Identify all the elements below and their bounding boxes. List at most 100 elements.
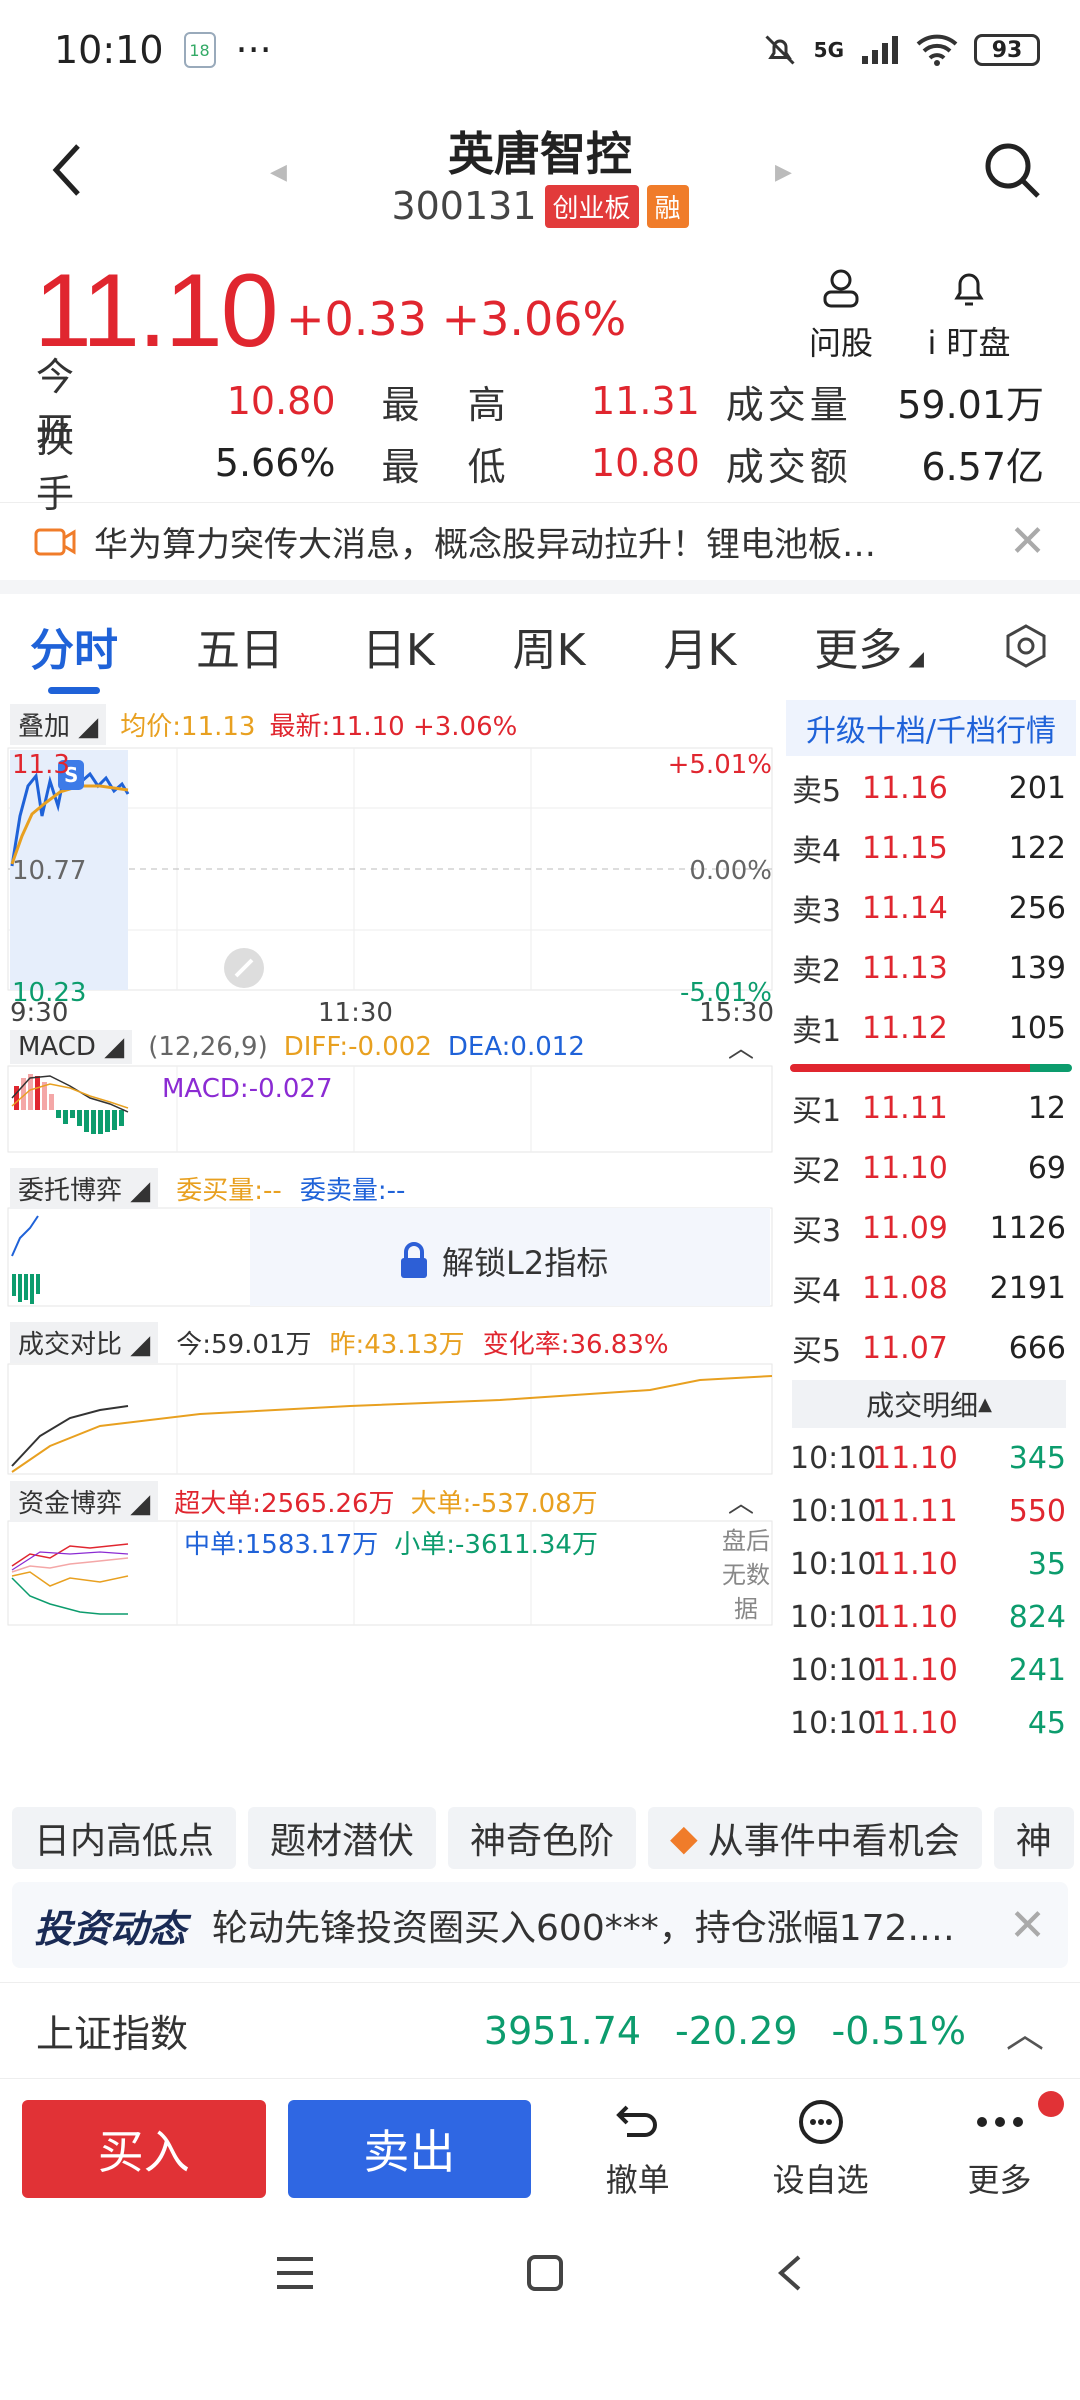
- trade-detail-header[interactable]: 成交明细 ▲: [792, 1380, 1066, 1428]
- banner-text: 轮动先锋投资圈买入600***，持仓涨幅172.…: [212, 1908, 955, 1949]
- more-dots-icon: [976, 2116, 1023, 2127]
- time-mid: 11:30: [318, 998, 393, 1028]
- ask-row: 卖1 11.12 105: [792, 1010, 1066, 1050]
- ask-row: 卖5 11.16 201: [792, 770, 1066, 810]
- overlay-button[interactable]: 叠加 ◢: [10, 704, 107, 745]
- search-icon[interactable]: [980, 138, 1044, 202]
- back-icon[interactable]: [775, 2253, 805, 2293]
- index-name: 上证指数: [36, 2012, 189, 2056]
- app-notification-icon: 18: [183, 32, 216, 68]
- chart-svg: S: [7, 747, 773, 1626]
- bid-row: 买4 11.08 2191: [792, 1270, 1066, 1310]
- order-book: 卖5 11.16 201 卖4 11.15 122 卖3 11.14 256 卖2 11.13…: [782, 758, 1080, 1378]
- chip-intraday-high-low[interactable]: 日内高低点: [12, 1807, 237, 1869]
- chat-dots-icon: [798, 2099, 843, 2144]
- investment-news-banner[interactable]: 投资动态 轮动先锋投资圈买入600***，持仓涨幅172.… ✕: [12, 1882, 1068, 1968]
- axis-high: 11.3: [12, 750, 70, 780]
- more-button[interactable]: 更多: [941, 2090, 1065, 2201]
- close-banner-icon[interactable]: ✕: [1009, 1900, 1046, 1951]
- signal-icon: [862, 36, 898, 64]
- trade-detail-list[interactable]: 10:10 11.10 345 10:10 11.11 550 10:10 11.10 35…: [782, 1432, 1080, 1750]
- undo-icon: [615, 2105, 657, 2137]
- trade-row: 10:10 11.10 35: [790, 1547, 1066, 1582]
- index-ticker[interactable]: 上证指数 3951.74 -20.29 -0.51% ︿: [0, 1982, 1080, 2078]
- collapse-fund-icon[interactable]: ︿: [728, 1483, 754, 1520]
- watch-button[interactable]: i 盯盘: [914, 266, 1024, 364]
- price-row: 11.10 +0.33 +3.06% 问股 i 盯盘: [0, 253, 1080, 370]
- buy-button[interactable]: 买入: [22, 2099, 266, 2198]
- tab-weekly-k[interactable]: 周K: [513, 614, 586, 678]
- trade-row: 10:10 11.11 550: [790, 1494, 1066, 1529]
- trade-row: 10:10 11.10 824: [790, 1600, 1066, 1635]
- upgrade-level2-button[interactable]: 升级十档/千档行情: [786, 700, 1076, 756]
- settings-hexagon-icon[interactable]: [1002, 622, 1050, 670]
- add-favorite-button[interactable]: 设自选: [762, 2097, 879, 2201]
- system-nav-bar: [0, 2218, 1080, 2328]
- chip-magic-color[interactable]: 神奇色阶: [448, 1807, 637, 1869]
- chip-theme-lurk[interactable]: 题材潜伏: [248, 1807, 437, 1869]
- news-text: 华为算力突传大消息，概念股异动拉升！锂电池板…: [94, 525, 876, 565]
- next-stock-icon[interactable]: ▶: [775, 160, 792, 185]
- stock-name: 英唐智控: [448, 127, 632, 181]
- price-change: +0.33 +3.06%: [286, 292, 627, 346]
- robot-icon: [823, 269, 859, 308]
- collapse-macd-icon[interactable]: ︿: [728, 1028, 754, 1065]
- fund-selector[interactable]: 资金博弈 ◢: [10, 1481, 159, 1522]
- battery-icon: 93: [974, 34, 1040, 66]
- time-start: 9:30: [10, 998, 69, 1028]
- macd-histogram: [11, 1074, 129, 1134]
- ask-stock-button[interactable]: 问股: [786, 266, 896, 364]
- network-type: 5G: [813, 38, 844, 62]
- cancel-order-button[interactable]: 撤单: [579, 2097, 696, 2201]
- chip-event-opportunity[interactable]: ◆ 从事件中看机会: [648, 1807, 982, 1869]
- video-icon: [34, 528, 76, 555]
- macd-header: MACD ◢ (12,26,9) DIFF:-0.002 DEA:0.012 ︿: [10, 1028, 770, 1065]
- entrust-selector[interactable]: 委托博弈 ◢: [10, 1168, 159, 1209]
- buy-sell-ratio-bar: [782, 1058, 1080, 1078]
- lock-icon: [401, 1242, 427, 1278]
- fund-header: 资金博弈 ◢ 超大单:2565.26万 大单:-537.08万 ︿: [10, 1481, 770, 1522]
- index-change: -20.29: [675, 2008, 798, 2053]
- feature-chips: 日内高低点 题材潜伏 神奇色阶 ◆ 从事件中看机会 神: [0, 1798, 1080, 1878]
- board-tag: 创业板: [544, 184, 639, 228]
- fund-row2: 中单:1583.17万 小单:-3611.34万: [184, 1530, 598, 1560]
- tab-daily-k[interactable]: 日K: [362, 614, 435, 678]
- sell-button[interactable]: 卖出: [287, 2099, 532, 2198]
- tab-more[interactable]: 更多 ◢: [814, 614, 924, 678]
- close-news-icon[interactable]: ✕: [1009, 516, 1046, 567]
- quote-row: 换 手 5.66% 最 低 10.80 成交额 6.57亿: [36, 417, 1045, 516]
- intraday-chart[interactable]: 叠加 ◢ 均价:11.13 最新:11.10 +3.06% S 11.3 10.…: [0, 698, 780, 1798]
- menu-icon[interactable]: [275, 2255, 315, 2291]
- chart-legend: 叠加 ◢ 均价:11.13 最新:11.10 +3.06%: [10, 704, 517, 745]
- ask-row: 卖3 11.14 256: [792, 890, 1066, 930]
- diamond-icon: ◆: [670, 1817, 698, 1859]
- ask-row: 卖4 11.15 122: [792, 830, 1066, 870]
- trade-row: 10:10 11.10 241: [790, 1653, 1066, 1688]
- expand-index-icon[interactable]: ︿: [1006, 2003, 1044, 2058]
- entrust-header: 委托博弈 ◢ 委买量:-- 委卖量:--: [10, 1168, 405, 1209]
- order-book-panel: 升级十档/千档行情 卖5 11.16 201 卖4 11.15 122 卖3 11.14 2…: [782, 698, 1080, 1798]
- trade-row: 10:10 11.10 345: [790, 1441, 1066, 1476]
- tab-monthly-k[interactable]: 月K: [663, 614, 736, 678]
- tab-five-day[interactable]: 五日: [196, 614, 284, 678]
- home-icon[interactable]: [525, 2253, 565, 2293]
- stock-code: 300131: [391, 184, 537, 228]
- mute-bell-icon: [765, 35, 795, 65]
- tab-intraday[interactable]: 分时: [30, 614, 118, 694]
- bid-row: 买5 11.07 666: [792, 1330, 1066, 1370]
- macd-value: MACD:-0.027: [162, 1074, 333, 1104]
- axis-zero-pct: 0.00%: [689, 856, 772, 886]
- news-ticker[interactable]: 华为算力突传大消息，概念股异动拉升！锂电池板… ✕: [0, 502, 1080, 580]
- chip-more[interactable]: 神: [993, 1807, 1074, 1869]
- notification-dot: [1038, 2090, 1065, 2117]
- trade-action-bar: 买入 卖出 撤单 设自选 更多: [0, 2078, 1080, 2218]
- bid-row: 买2 11.10 69: [792, 1150, 1066, 1190]
- time-end: 15:30: [699, 998, 774, 1028]
- volume-selector[interactable]: 成交对比 ◢: [10, 1322, 159, 1363]
- macd-selector[interactable]: MACD ◢: [10, 1029, 133, 1064]
- quote-row: 今 开 10.80 最 高 11.31 成交量 59.01万: [36, 355, 1045, 454]
- margin-tag: 融: [646, 184, 689, 228]
- axis-pos-pct: +5.01%: [667, 750, 772, 780]
- unlock-l2-button[interactable]: 解锁L2指标: [398, 1238, 608, 1284]
- stock-header: ◀ 英唐智控 300131 创业板 融 ▶: [0, 100, 1080, 260]
